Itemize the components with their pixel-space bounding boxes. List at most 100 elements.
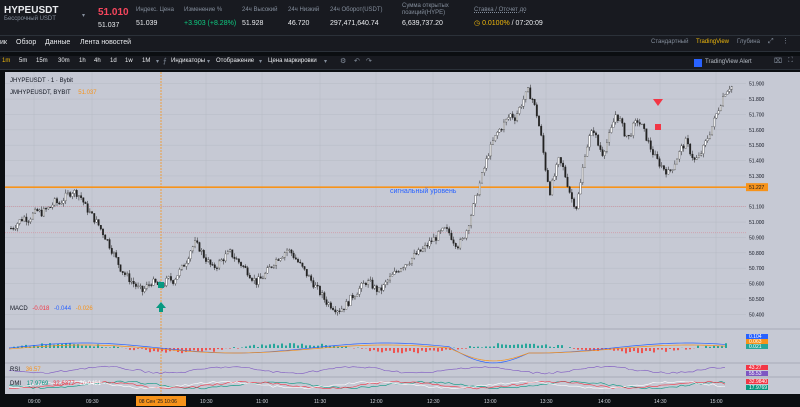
candle-body xyxy=(205,257,207,262)
turnover-block: 24ч Оборот(USDT) 297,471,640.74 xyxy=(330,4,383,30)
candle-body xyxy=(555,164,558,177)
price-axis-label: 51.700 xyxy=(749,112,765,118)
fullscreen-icon[interactable]: ⛶ xyxy=(788,57,793,65)
time-axis-label: 12:00 xyxy=(370,399,383,405)
candle-body xyxy=(549,181,551,196)
macd-label: MACD xyxy=(10,306,28,312)
candle-body xyxy=(262,277,264,280)
interval-5m[interactable]: 5m xyxy=(19,58,27,64)
camera-icon[interactable]: ⌧ xyxy=(774,57,782,65)
candle-body xyxy=(29,218,32,223)
chart-area[interactable]: 51.900 51.800 51.700 51.600 51.500 51.400 51.3… xyxy=(0,72,800,407)
tab-overview[interactable]: Обзор xyxy=(16,39,36,46)
low-label: 24ч Низкий xyxy=(288,7,320,13)
candle-body xyxy=(362,282,365,285)
candle-body xyxy=(148,284,150,286)
macd-histogram-bar xyxy=(429,348,431,351)
undo-icon[interactable]: ↶ xyxy=(354,57,360,65)
redo-icon[interactable]: ↷ xyxy=(366,57,372,65)
macd-histogram-bar xyxy=(669,348,671,349)
more-icon[interactable]: ⋮ xyxy=(782,37,789,45)
candle-body xyxy=(702,144,705,154)
funding-countdown: 07:20:09 xyxy=(515,20,543,27)
candle-body xyxy=(397,271,400,273)
chevron-down-icon[interactable]: ▾ xyxy=(82,12,85,19)
view-tradingview[interactable]: TradingView xyxy=(696,39,729,45)
macd-histogram-bar xyxy=(421,348,423,351)
tab-chart[interactable]: ик xyxy=(0,39,7,46)
macd-histogram-bar xyxy=(673,348,675,351)
macd-histogram-bar xyxy=(545,344,547,348)
tab-data[interactable]: Данные xyxy=(45,39,70,46)
macd-histogram-bar xyxy=(629,348,631,353)
candle-body xyxy=(713,117,716,128)
candle-body xyxy=(426,245,429,247)
candle-body xyxy=(411,257,413,264)
candle-body xyxy=(42,208,45,217)
candle-body xyxy=(424,245,426,249)
candle-body xyxy=(323,292,326,300)
high-block: 24ч Высокий 51.928 xyxy=(242,4,278,30)
macd-histogram-bar xyxy=(117,346,119,348)
candle-body xyxy=(581,167,584,183)
price-axis-label: 51.500 xyxy=(749,143,765,149)
macd-histogram-bar xyxy=(641,348,643,354)
interval-30m[interactable]: 30m xyxy=(58,58,70,64)
interval-1d[interactable]: 1d xyxy=(110,58,117,64)
indicators-button[interactable]: Индикаторы xyxy=(171,58,205,64)
time-axis-label: 13:30 xyxy=(540,399,553,405)
interval-1w[interactable]: 1w xyxy=(125,58,133,64)
interval-1M[interactable]: 1M xyxy=(142,58,150,64)
candle-body xyxy=(652,149,654,155)
price-type-button[interactable]: Цена маркировки xyxy=(268,58,317,64)
tradingview-alert-button[interactable]: TradingView Alert xyxy=(705,59,752,65)
macd-histogram-bar xyxy=(237,348,239,349)
chevron-down-icon[interactable]: ▾ xyxy=(259,58,262,65)
candle-body xyxy=(356,294,359,297)
candle-body xyxy=(95,219,98,223)
macd-histogram-bar xyxy=(41,343,43,348)
candle-body xyxy=(689,143,692,155)
interval-1m[interactable]: 1m xyxy=(2,58,10,64)
candle-body xyxy=(73,190,76,194)
macd-histogram-bar xyxy=(105,347,107,348)
candle-body xyxy=(213,264,216,269)
chevron-down-icon[interactable]: ▾ xyxy=(324,58,327,65)
interval-4h[interactable]: 4h xyxy=(94,58,101,64)
funding-values: ◷ 0.0100% / 07:20:09 xyxy=(474,20,543,27)
symbol-selector[interactable]: HYPEUSDT Бессрочный USDT xyxy=(4,5,58,22)
candle-body xyxy=(726,91,729,95)
tab-news[interactable]: Лента новостей xyxy=(80,39,131,46)
candle-body xyxy=(382,284,385,291)
candle-body xyxy=(124,272,126,275)
price-axis-label: 51.300 xyxy=(749,174,765,180)
candle-body xyxy=(97,219,100,226)
settings-icon[interactable]: ⚙ xyxy=(340,57,346,65)
candle-body xyxy=(143,288,146,292)
candle-body xyxy=(472,203,475,216)
candle-body xyxy=(60,203,63,205)
macd-histogram-bar xyxy=(265,345,267,348)
macd-histogram-bar xyxy=(205,348,207,351)
macd-histogram-bar xyxy=(705,345,707,348)
view-standard[interactable]: Стандартный xyxy=(651,39,688,45)
price-chart[interactable]: 51.900 51.800 51.700 51.600 51.500 51.400 51.3… xyxy=(0,72,800,407)
funding-rate: 0.0100% xyxy=(482,20,510,27)
funding-label[interactable]: Ставка / Отсчет до xyxy=(474,4,543,17)
macd-value-2: -0.044 xyxy=(54,306,72,312)
time-axis-label: 09:30 xyxy=(86,399,99,405)
view-depth[interactable]: Глубина xyxy=(737,39,760,45)
interval-1h[interactable]: 1h xyxy=(79,58,86,64)
candle-body xyxy=(312,280,315,288)
expand-icon[interactable]: ⤢ xyxy=(768,38,774,46)
chevron-down-icon[interactable]: ▾ xyxy=(156,58,159,65)
chevron-down-icon[interactable]: ▾ xyxy=(207,58,210,65)
candle-body xyxy=(294,257,297,260)
candle-body xyxy=(167,276,170,279)
candle-body xyxy=(174,279,177,284)
display-button[interactable]: Отображение xyxy=(216,58,254,64)
interval-15m[interactable]: 15m xyxy=(36,58,48,64)
candle-body xyxy=(435,237,437,241)
candle-body xyxy=(509,113,512,118)
change-value: +3.903 (+8.28%) xyxy=(184,20,237,27)
